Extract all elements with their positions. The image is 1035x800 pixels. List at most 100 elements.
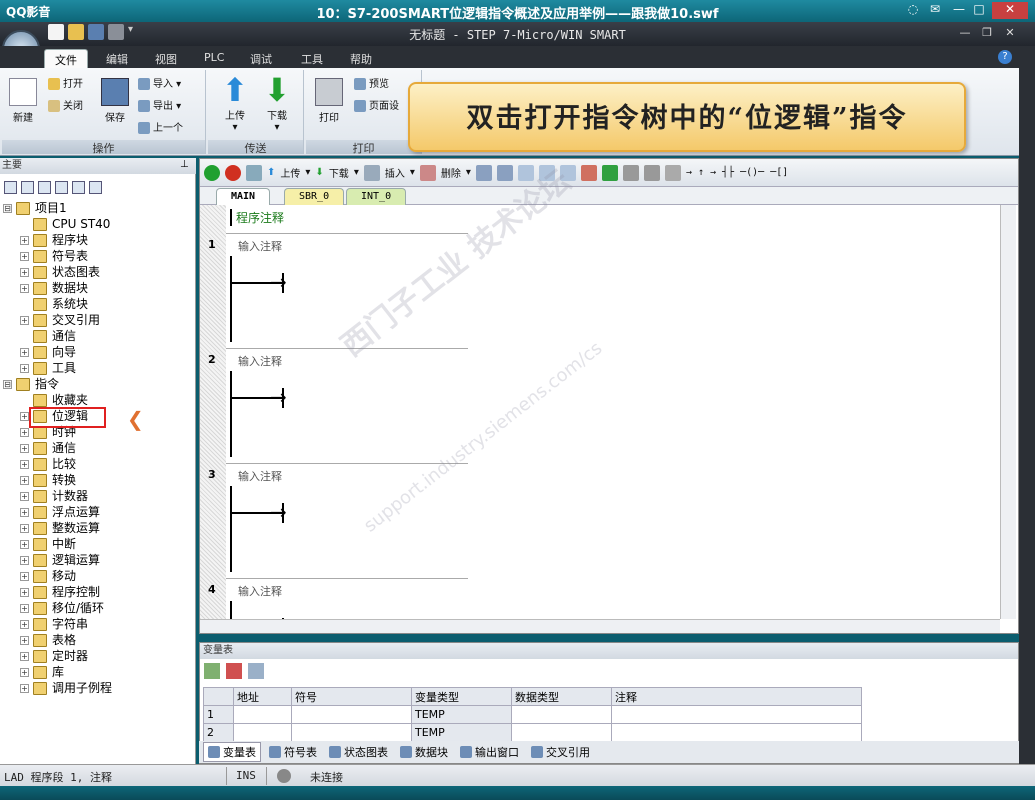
tab-edit[interactable]: 编辑 <box>96 49 138 68</box>
table-cell[interactable] <box>611 723 862 742</box>
table-cell[interactable] <box>233 723 292 742</box>
pin-icon[interactable]: ◌ <box>904 2 922 19</box>
tab-view[interactable]: 视图 <box>145 49 187 68</box>
table-cell[interactable] <box>291 723 412 742</box>
ladder-line-icons[interactable]: → ↑ → ┤├ ─()─ ─[] <box>686 167 788 178</box>
tree-item[interactable]: + 交叉引用 <box>20 312 100 328</box>
tree-item[interactable]: + 定时器 <box>20 648 88 664</box>
tool-icon-b[interactable] <box>496 164 513 181</box>
tab-int0[interactable]: INT_0 <box>346 188 407 205</box>
tab-file[interactable]: 文件 <box>44 49 88 68</box>
app-close-icon[interactable]: ✕ <box>1000 26 1020 42</box>
expand-icon[interactable]: + <box>20 684 29 693</box>
column-header[interactable]: 数据类型 <box>511 687 612 706</box>
tree-item[interactable]: ⊟ 项目1 <box>3 200 67 216</box>
expand-icon[interactable]: + <box>20 652 29 661</box>
editor-upload-label[interactable]: 上传 <box>280 165 300 180</box>
tree-item[interactable]: + 符号表 <box>20 248 88 264</box>
table-cell[interactable] <box>511 723 612 742</box>
tree-item[interactable]: + 移位/循环 <box>20 600 104 616</box>
tree-item[interactable]: 通信 <box>20 328 76 344</box>
preview-button[interactable]: 预览 <box>354 76 389 94</box>
right-scrollbar[interactable] <box>1019 46 1035 764</box>
expand-icon[interactable]: + <box>20 620 29 629</box>
bottom-tab[interactable]: 数据块 <box>396 743 452 761</box>
tree-item[interactable]: + 数据块 <box>20 280 88 296</box>
bottom-tab[interactable]: 输出窗口 <box>456 743 523 761</box>
network[interactable]: 2 输入注释 → <box>208 348 468 460</box>
tab-main[interactable]: MAIN <box>216 188 271 205</box>
page-setup-button[interactable]: 页面设 <box>354 98 399 116</box>
save-button[interactable]: 保存 <box>98 78 132 124</box>
bottom-tab[interactable]: 变量表 <box>203 742 261 762</box>
tree-tool-icon-1[interactable] <box>4 180 17 194</box>
symbol-icon[interactable] <box>248 663 264 679</box>
stop-icon[interactable] <box>225 164 241 181</box>
pin-pane-icon[interactable]: ⊥ <box>180 159 189 170</box>
tree-item[interactable]: + 调用子例程 <box>20 680 112 696</box>
help-icon[interactable]: ? <box>998 50 1012 64</box>
tree-item[interactable]: + 浮点运算 <box>20 504 100 520</box>
tree-item[interactable]: 收藏夹 <box>20 392 88 408</box>
expand-icon[interactable]: + <box>20 604 29 613</box>
tree-tool-icon-3[interactable] <box>38 180 51 194</box>
expand-icon[interactable]: + <box>20 284 29 293</box>
tree-item[interactable]: + 程序块 <box>20 232 88 248</box>
tree-item[interactable]: + 移动 <box>20 568 76 584</box>
expand-icon[interactable]: + <box>20 524 29 533</box>
editor-hscroll[interactable] <box>200 619 1000 633</box>
table-cell[interactable] <box>233 705 292 724</box>
lock-icon[interactable] <box>622 164 639 181</box>
expand-icon[interactable]: + <box>20 412 29 421</box>
tree-item[interactable]: 系统块 <box>20 296 88 312</box>
lock-icon-3[interactable] <box>664 164 681 181</box>
tab-sbr0[interactable]: SBR_0 <box>284 188 345 205</box>
tree-item[interactable]: + 程序控制 <box>20 584 100 600</box>
export-button[interactable]: 导出 ▾ <box>138 98 181 116</box>
expand-icon[interactable]: + <box>20 588 29 597</box>
insert-label[interactable]: 插入 <box>385 165 405 180</box>
import-button[interactable]: 导入 ▾ <box>138 76 181 94</box>
expand-icon[interactable]: + <box>20 556 29 565</box>
compile-icon[interactable] <box>246 164 262 181</box>
expand-icon[interactable]: + <box>20 508 29 517</box>
lock-icon-2[interactable] <box>643 164 660 181</box>
table-cell[interactable] <box>611 705 862 724</box>
table-row[interactable]: 2 TEMP <box>203 723 862 742</box>
tree-item[interactable]: + 工具 <box>20 360 76 376</box>
tree-tool-icon-4[interactable] <box>55 180 68 194</box>
expand-icon[interactable]: + <box>20 316 29 325</box>
delete-row-icon[interactable] <box>226 663 242 679</box>
expand-icon[interactable]: + <box>20 540 29 549</box>
tool-icon-a[interactable] <box>475 164 492 181</box>
column-header[interactable]: 地址 <box>233 687 292 706</box>
table-cell[interactable]: 1 <box>203 705 234 724</box>
editor-download-label[interactable]: 下载 <box>329 165 349 180</box>
column-header[interactable]: 变量类型 <box>411 687 512 706</box>
delete-icon[interactable] <box>419 164 436 181</box>
previous-button[interactable]: 上一个 <box>138 120 183 138</box>
tree-tool-icon-2[interactable] <box>21 180 34 194</box>
app-minimize-icon[interactable]: — <box>955 26 975 42</box>
tree-item[interactable]: + 表格 <box>20 632 76 648</box>
tree-item[interactable]: + 中断 <box>20 536 76 552</box>
expand-icon[interactable]: + <box>20 364 29 373</box>
network-comment[interactable]: 输入注释 <box>238 238 282 254</box>
new-button[interactable]: 新建 <box>6 78 40 124</box>
column-header[interactable] <box>203 687 234 706</box>
expand-icon[interactable]: + <box>20 444 29 453</box>
expand-icon[interactable]: ⊟ <box>3 204 12 213</box>
tree-item[interactable]: + 字符串 <box>20 616 88 632</box>
expand-icon[interactable]: + <box>20 572 29 581</box>
expand-icon[interactable]: + <box>20 252 29 261</box>
download-button[interactable]: ⬇ 下载 ▾ <box>260 74 294 133</box>
editor-download-icon[interactable]: ⬇ <box>315 167 323 178</box>
tree-tool-icon-6[interactable] <box>89 180 102 194</box>
tab-help[interactable]: 帮助 <box>340 49 382 68</box>
column-header[interactable]: 注释 <box>611 687 862 706</box>
table-row[interactable]: 1 TEMP <box>203 705 862 724</box>
editor-vscroll[interactable] <box>1000 205 1016 619</box>
expand-icon[interactable]: + <box>20 236 29 245</box>
network-comment[interactable]: 输入注释 <box>238 468 282 484</box>
expand-icon[interactable]: + <box>20 636 29 645</box>
